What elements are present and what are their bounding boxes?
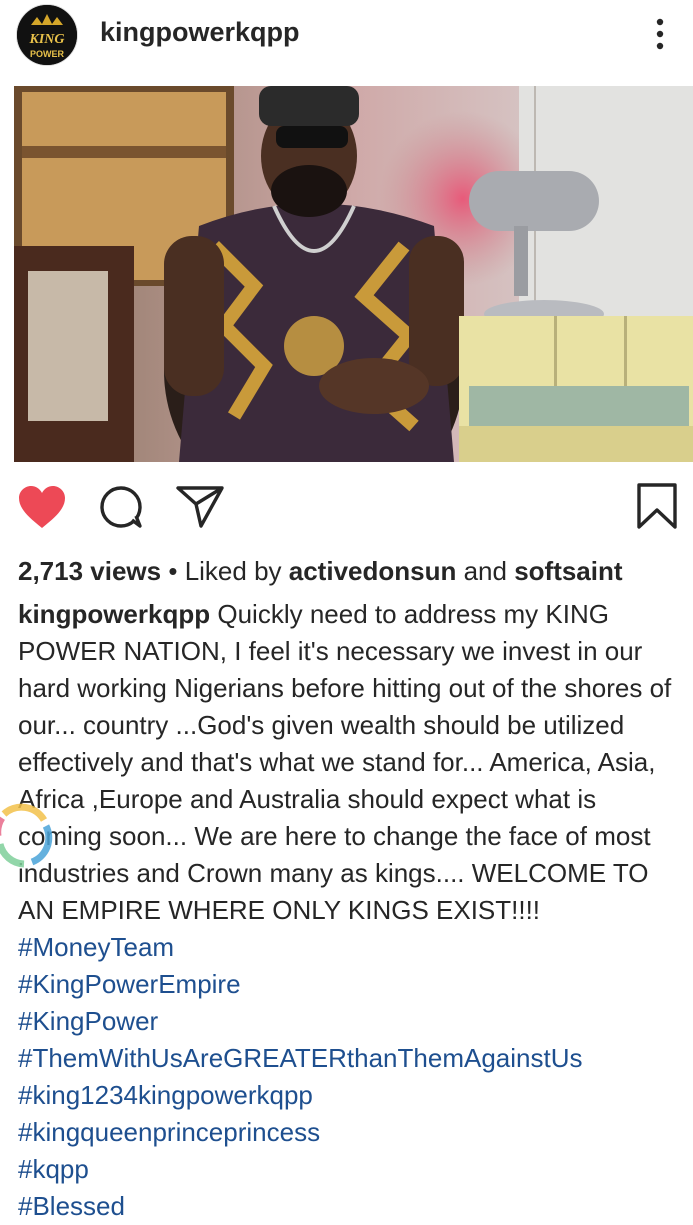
view-count[interactable]: 2,713 views: [18, 556, 161, 586]
bookmark-icon[interactable]: [636, 482, 678, 535]
post-username[interactable]: kingpowerkqpp: [100, 17, 300, 48]
hashtag-link[interactable]: #KingPowerEmpire: [18, 966, 683, 1003]
hashtag-link[interactable]: #Blessed: [18, 1188, 683, 1225]
send-icon[interactable]: [175, 484, 225, 535]
post-header: KING POWER kingpowerkqpp: [0, 0, 693, 86]
hashtag-link[interactable]: #KingPower: [18, 1003, 683, 1040]
caption-username[interactable]: kingpowerkqpp: [18, 599, 210, 629]
caption-text: Quickly need to address my KING POWER NA…: [18, 599, 672, 925]
hashtag-link[interactable]: #ThemWithUsAreGREATERthanThemAgainstUs: [18, 1040, 683, 1077]
separator: •: [161, 556, 185, 586]
and-label: and: [456, 556, 515, 586]
post-caption: kingpowerkqpp Quickly need to address my…: [18, 596, 683, 1225]
likes-summary: 2,713 views • Liked by activedonsun and …: [18, 556, 623, 586]
hashtag-link[interactable]: #king1234kingpowerkqpp: [18, 1077, 683, 1114]
liker-username[interactable]: softsaint: [514, 556, 622, 586]
liker-username[interactable]: activedonsun: [289, 556, 457, 586]
king-power-logo-icon: KING POWER: [17, 5, 77, 65]
loading-spinner-icon: [0, 800, 56, 872]
more-vertical-icon[interactable]: [648, 16, 672, 56]
comment-icon[interactable]: [98, 484, 146, 537]
post-image[interactable]: [14, 86, 693, 462]
post-actions: [0, 470, 693, 550]
hashtag-link[interactable]: #kqpp: [18, 1151, 683, 1188]
heart-icon[interactable]: [17, 484, 67, 535]
avatar[interactable]: KING POWER: [16, 4, 78, 66]
hashtag-link[interactable]: #kingqueenprinceprincess: [18, 1114, 683, 1151]
svg-text:POWER: POWER: [30, 49, 65, 59]
svg-text:KING: KING: [28, 32, 64, 47]
hashtag-link[interactable]: #MoneyTeam: [18, 932, 174, 962]
liked-by-label: Liked by: [184, 556, 289, 586]
